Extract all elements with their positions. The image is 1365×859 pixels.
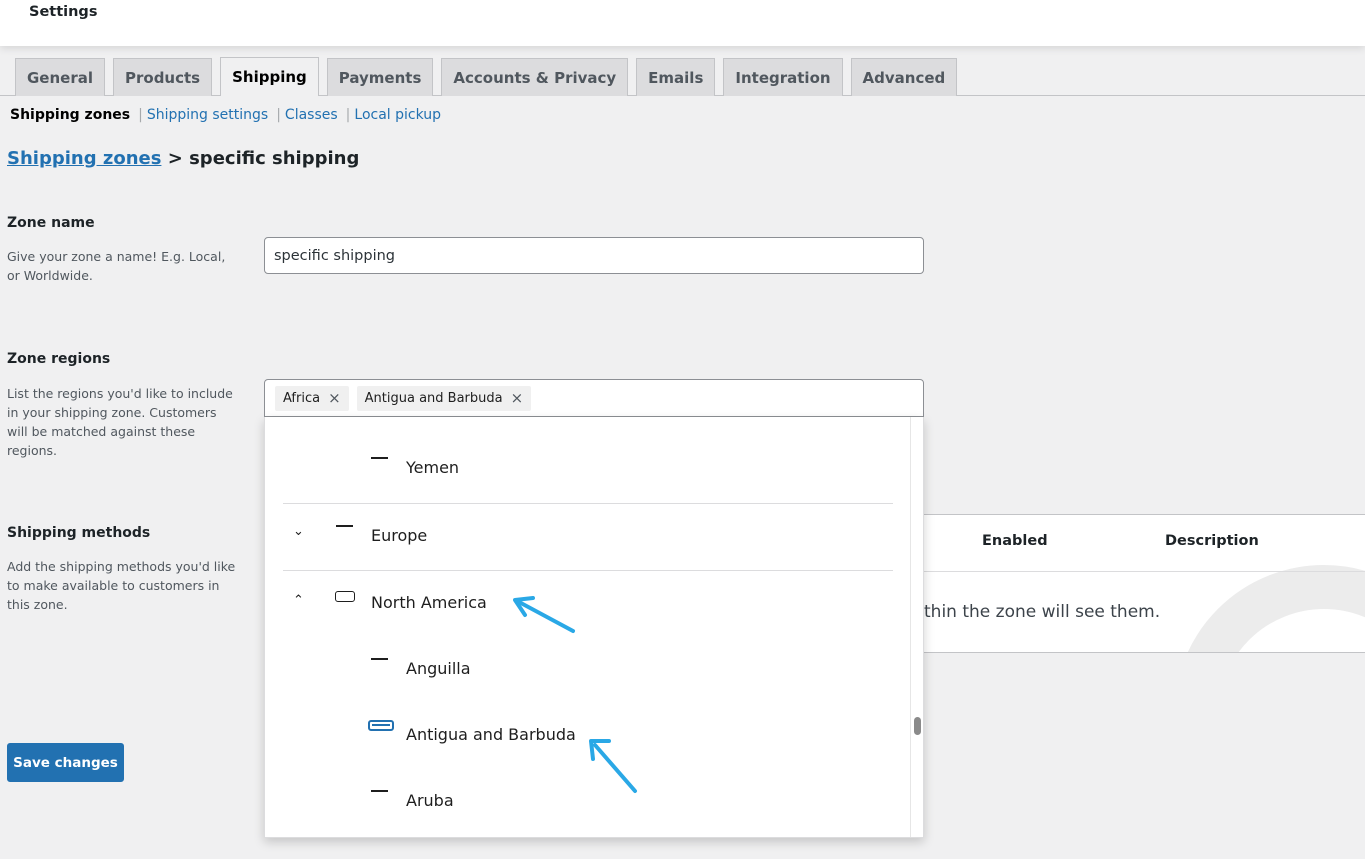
zone-regions-select[interactable]: Africa × Antigua and Barbuda × [264, 379, 924, 417]
tab-general[interactable]: General [15, 58, 105, 96]
tab-products[interactable]: Products [113, 58, 213, 96]
shipping-methods-description: Add the shipping methods you'd like to m… [7, 559, 236, 612]
zone-name-title: Zone name [7, 215, 95, 231]
unchecked-box-icon [336, 525, 353, 527]
page-title: Settings [29, 4, 98, 20]
shipping-subnav: Shipping zones | Shipping settings | Cla… [10, 107, 441, 123]
option-label: Anguilla [406, 659, 471, 678]
empty-methods-text: thin the zone will see them. [924, 602, 1161, 622]
column-enabled: Enabled [982, 533, 1048, 549]
subnav-classes[interactable]: Classes [285, 107, 338, 123]
option-group-europe[interactable]: ⌄ Europe [265, 503, 910, 569]
remove-token-icon[interactable]: × [328, 390, 341, 406]
chevron-up-icon[interactable]: ⌃ [293, 594, 304, 607]
tab-advanced[interactable]: Advanced [850, 58, 958, 96]
save-changes-button[interactable]: Save changes [7, 743, 124, 782]
zone-name-input[interactable]: specific shipping [264, 237, 924, 274]
tab-emails[interactable]: Emails [636, 58, 716, 96]
decorative-ring [1174, 565, 1365, 652]
subnav-shipping-zones: Shipping zones [10, 107, 131, 123]
option-group-north-america[interactable]: ⌃ North America [265, 570, 910, 636]
option-label: Aruba [406, 791, 454, 810]
breadcrumb-shipping-zones-link[interactable]: Shipping zones [7, 148, 161, 169]
shipping-methods-table: Enabled Description thin the zone will s… [924, 514, 1365, 653]
zone-regions-description: List the regions you'd like to include i… [7, 386, 233, 458]
option-anguilla[interactable]: Anguilla [265, 636, 910, 702]
region-token-antigua-barbuda: Antigua and Barbuda × [356, 385, 532, 411]
option-yemen[interactable]: Yemen [265, 435, 910, 501]
zone-name-description: Give your zone a name! E.g. Local, or Wo… [7, 249, 226, 283]
partial-checkbox-icon [335, 591, 355, 602]
subnav-local-pickup[interactable]: Local pickup [354, 107, 441, 123]
settings-tabs: General Products Shipping Payments Accou… [15, 57, 1365, 96]
token-label: Africa [283, 390, 321, 406]
breadcrumb-separator: > [167, 148, 183, 169]
unchecked-box-icon [371, 457, 388, 459]
option-label: Antigua and Barbuda [406, 725, 576, 744]
shipping-methods-title: Shipping methods [7, 525, 151, 541]
tab-shipping[interactable]: Shipping [220, 57, 319, 96]
checked-box-icon [368, 720, 394, 731]
zone-regions-title: Zone regions [7, 351, 111, 367]
unchecked-box-icon [371, 790, 388, 792]
dropdown-scrollbar[interactable] [914, 717, 921, 735]
subnav-separator: | [138, 107, 143, 123]
table-header-divider [924, 571, 1365, 572]
tab-payments[interactable]: Payments [326, 58, 434, 96]
region-token-africa: Africa × [275, 385, 349, 411]
tab-integration[interactable]: Integration [723, 58, 843, 96]
subnav-shipping-settings[interactable]: Shipping settings [147, 107, 268, 123]
option-label: North America [371, 593, 487, 612]
option-label: Yemen [406, 458, 460, 477]
top-bar: Settings [0, 0, 1365, 46]
chevron-down-icon[interactable]: ⌄ [293, 525, 304, 538]
breadcrumb-current: specific shipping [189, 148, 360, 169]
unchecked-box-icon [371, 658, 388, 660]
annotation-arrow-icon [589, 739, 637, 793]
option-label: Europe [371, 526, 428, 545]
tab-accounts-privacy[interactable]: Accounts & Privacy [441, 58, 629, 96]
token-label: Antigua and Barbuda [364, 390, 503, 406]
annotation-arrow-icon [513, 596, 575, 633]
breadcrumb: Shipping zones > specific shipping [7, 148, 359, 169]
remove-token-icon[interactable]: × [511, 390, 524, 406]
subnav-separator: | [345, 107, 351, 123]
column-description: Description [1165, 533, 1259, 549]
subnav-separator: | [276, 107, 281, 123]
dropdown-scroll-track [910, 417, 911, 837]
